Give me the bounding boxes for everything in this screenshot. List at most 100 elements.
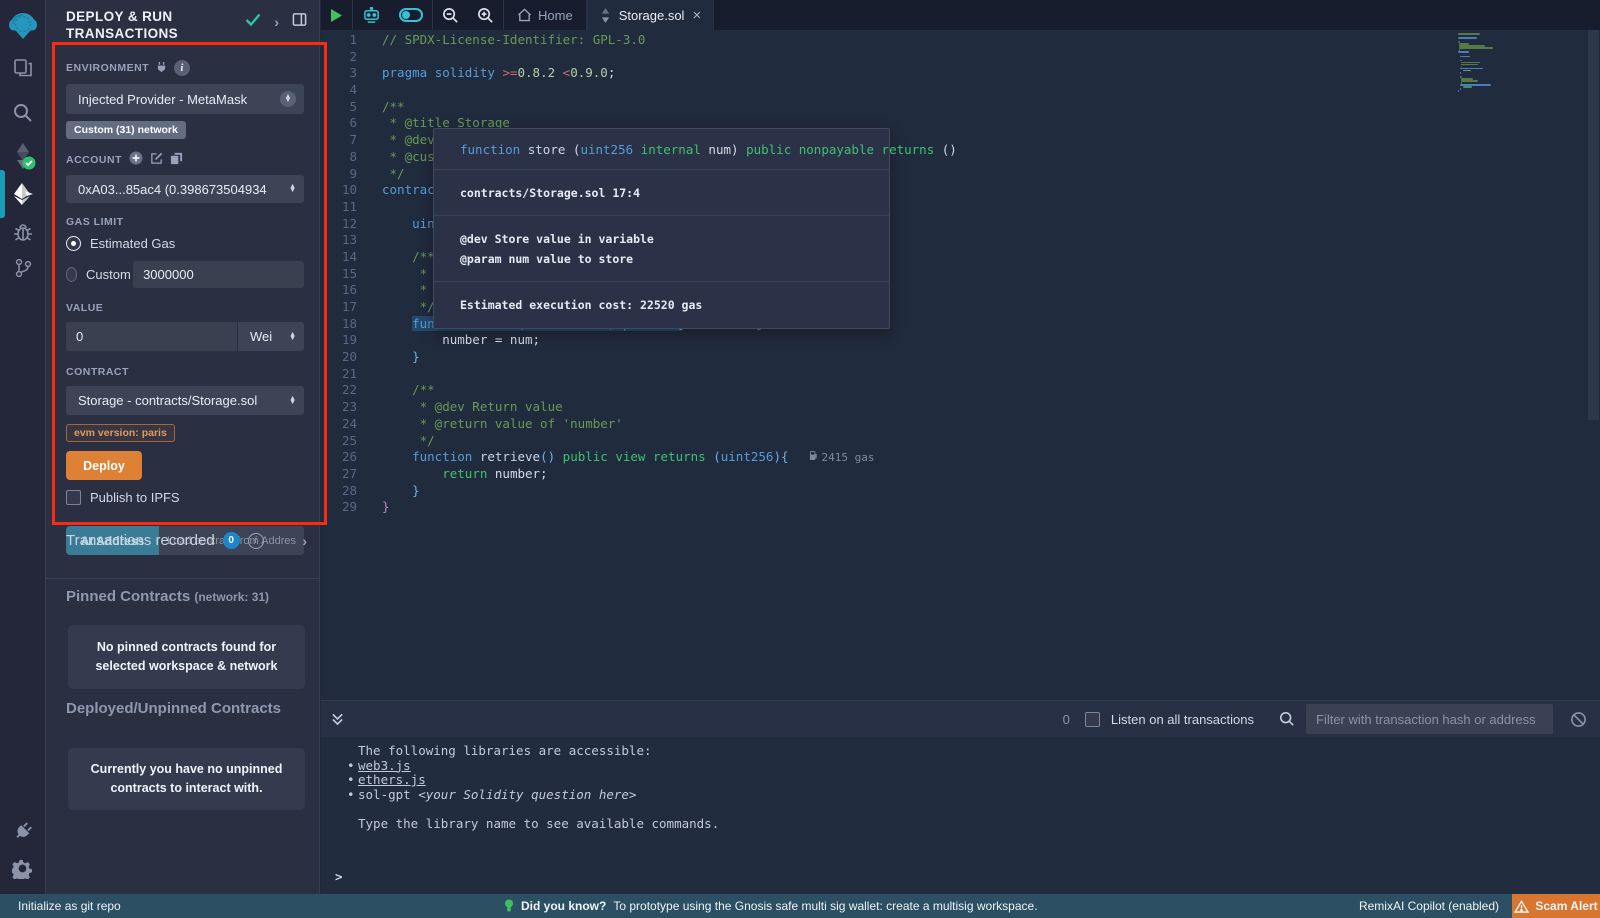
publish-ipfs-checkbox[interactable] [66,490,81,505]
code-token: /** [382,382,435,397]
edit-account-icon[interactable] [150,152,163,168]
code-line: 1// SPDX-License-Identifier: GPL-3.0 [321,32,1600,49]
contract-value: Storage - contracts/Storage.sol [78,393,289,408]
pinned-empty-message: No pinned contracts found for selected w… [68,625,305,689]
code-line: 4 [321,82,1600,99]
account-stepper-icon: ▲▼ [289,185,296,193]
publish-ipfs-label: Publish to IPFS [90,490,180,505]
editor-toolbar: Home Storage.sol × [321,0,1600,30]
compile-success-check-icon [245,13,261,31]
code-token: view [615,449,645,464]
line-number: 28 [321,483,373,500]
code-editor[interactable]: 1// SPDX-License-Identifier: GPL-3.023pr… [321,30,1600,700]
tab-storage-sol[interactable]: Storage.sol × [587,0,715,30]
line-number: 21 [321,366,373,383]
run-script-play-icon[interactable] [321,0,352,30]
line-number: 24 [321,416,373,433]
account-select[interactable]: 0xA03...85ac4 (0.398673504934 ▲▼ [66,175,304,203]
code-token: 0.8.2 [518,65,556,80]
code-token [472,449,480,464]
code-line: 19 number = num; [321,332,1600,349]
environment-select[interactable]: Injected Provider - MetaMask ▲▼ [66,84,304,114]
terminal-search-icon[interactable] [1279,711,1295,727]
collapse-panel-chevron-icon[interactable]: › [274,14,279,30]
git-icon[interactable] [0,250,45,286]
terminal[interactable]: The following libraries are accessible:w… [321,737,1600,894]
code-token [382,483,412,498]
estimated-gas-label: Estimated Gas [90,236,175,251]
zoom-out-icon[interactable] [433,0,468,30]
listen-all-checkbox[interactable] [1085,712,1100,727]
scam-alert-button[interactable]: Scam Alert [1512,894,1600,918]
warning-triangle-icon [1514,900,1529,913]
copilot-status[interactable]: RemixAI Copilot (enabled) [1359,899,1499,913]
transactions-expand-chevron-icon[interactable]: › [302,533,307,549]
value-unit-select[interactable]: Wei ▲▼ [237,322,304,351]
git-init-status[interactable]: Initialize as git repo [0,899,121,913]
line-number: 6 [321,115,373,132]
terminal-prompt[interactable]: > [335,869,343,884]
remix-logo-icon[interactable] [0,6,45,46]
contract-select[interactable]: Storage - contracts/Storage.sol ▲▼ [66,386,304,415]
custom-gas-radio[interactable] [66,267,77,282]
network-badge: Custom (31) network [66,121,186,139]
minimap-line [1459,47,1494,49]
solidity-compiler-icon[interactable] [0,138,45,174]
zoom-in-icon[interactable] [468,0,503,30]
code-token [645,449,653,464]
terminal-library-link[interactable]: web3.js [358,758,411,773]
estimated-gas-radio[interactable] [66,236,81,251]
evm-version-badge: evm version: paris [66,424,175,442]
transactions-info-icon[interactable]: i [248,533,264,549]
value-unit-stepper-icon: ▲▼ [289,333,296,341]
code-token [382,316,412,331]
terminal-toolbar: 0 Listen on all transactions [321,700,1600,737]
code-token [427,65,435,80]
transaction-count: 0 [1063,712,1070,727]
line-number: 16 [321,282,373,299]
code-token: returns [882,142,935,157]
deploy-and-run-icon[interactable] [0,176,45,212]
terminal-library-link[interactable]: ethers.js [358,772,426,787]
code-line: 29} [321,499,1600,516]
line-number: 3 [321,65,373,82]
code-token: () [540,449,555,464]
terminal-line: The following libraries are accessible: [321,744,1600,759]
deploy-button[interactable]: Deploy [66,451,142,480]
file-explorer-icon[interactable] [0,50,45,86]
copy-account-icon[interactable] [170,152,183,168]
clear-console-icon[interactable] [1570,711,1587,728]
code-token: } [382,499,390,514]
code-token: 0.9.0 [570,65,608,80]
minimap-line [1463,86,1472,88]
icon-sidebar [0,0,45,894]
copilot-toggle[interactable] [390,0,432,30]
home-tab[interactable]: Home [504,0,586,30]
settings-gear-icon[interactable] [0,850,45,886]
code-line: 20 } [321,349,1600,366]
terminal-filter-input[interactable] [1306,704,1553,734]
debugger-icon[interactable] [0,214,45,250]
value-input[interactable] [66,322,237,351]
add-account-icon[interactable] [129,151,143,168]
code-token [791,142,799,157]
code-line: 27 return number; [321,466,1600,483]
code-token: () [934,142,957,157]
code-line: 3pragma solidity >=0.8.2 <0.9.0; [321,65,1600,82]
tab-close-icon[interactable]: × [692,7,701,24]
plugin-manager-icon[interactable] [0,812,45,848]
environment-info-icon[interactable]: i [174,60,190,76]
custom-gas-input[interactable] [133,261,304,288]
terminal-collapse-icon[interactable] [321,712,354,726]
code-token: uint256 [580,142,633,157]
code-token: solidity [435,65,495,80]
editor-scrollbar[interactable] [1588,30,1599,420]
pin-panel-icon[interactable] [292,12,307,32]
environment-plug-icon[interactable] [156,61,167,76]
code-token: function [460,142,520,157]
code-token: returns [653,449,706,464]
lightbulb-icon [504,899,514,913]
search-icon[interactable] [0,94,45,130]
gas-limit-label: GAS LIMIT [66,216,124,228]
ai-copilot-robot-icon[interactable] [353,0,390,30]
